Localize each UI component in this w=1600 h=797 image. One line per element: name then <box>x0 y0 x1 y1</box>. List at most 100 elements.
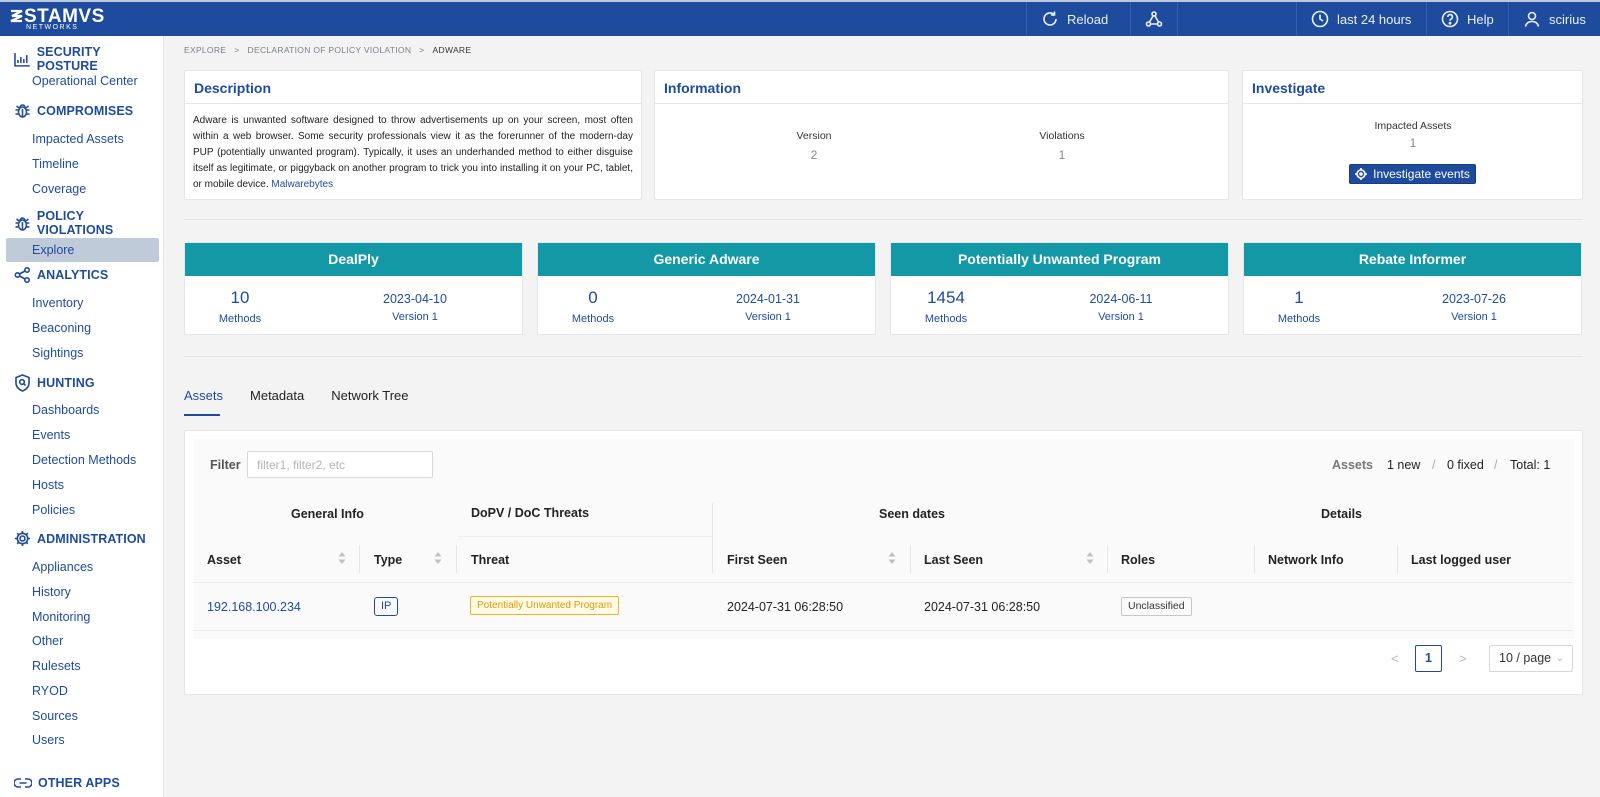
sidebar-item-ryod[interactable]: RYOD <box>32 684 68 698</box>
card-title: Generic Adware <box>538 243 875 276</box>
reload-button[interactable]: Reload <box>1026 2 1130 36</box>
timerange-selector[interactable]: last 24 hours <box>1296 2 1426 36</box>
tab-network-tree[interactable]: Network Tree <box>331 388 408 403</box>
tabs: Assets Metadata Network Tree <box>184 388 409 403</box>
threat-badge[interactable]: Potentially Unwanted Program <box>470 596 620 615</box>
sidebar-item-monitoring[interactable]: Monitoring <box>32 610 90 624</box>
group-header-general-info: General Info <box>291 507 364 521</box>
sidebar-section-analytics[interactable]: ANALYTICS <box>14 267 108 283</box>
sidebar-item-hosts[interactable]: Hosts <box>32 478 64 492</box>
column-header-last-seen[interactable]: Last Seen <box>924 553 983 567</box>
sidebar-item-impacted-assets[interactable]: Impacted Assets <box>32 132 124 146</box>
bar-chart-icon <box>14 52 30 67</box>
logo-sub: NETWORKS <box>26 24 79 31</box>
pagination-page-1[interactable]: 1 <box>1415 645 1442 672</box>
sidebar-item-operational-center[interactable]: Operational Center <box>32 74 138 88</box>
sidebar-item-beaconing[interactable]: Beaconing <box>32 321 91 335</box>
user-menu[interactable]: scirius <box>1508 2 1600 36</box>
bug-icon <box>15 104 30 118</box>
card-methods-label: Methods <box>218 313 262 325</box>
divider <box>184 356 1583 357</box>
page-size-select[interactable]: 10 / page ⌄ <box>1489 645 1573 672</box>
chevron-down-icon: ⌄ <box>1555 653 1564 664</box>
stats-fixed: 0 fixed <box>1447 458 1484 472</box>
sort-asset-icon[interactable] <box>338 551 346 565</box>
sidebar-item-policies[interactable]: Policies <box>32 503 75 517</box>
sidebar-item-coverage[interactable]: Coverage <box>32 182 86 196</box>
description-panel: Description Adware is unwanted software … <box>184 70 642 200</box>
divider <box>184 219 1583 220</box>
sort-last-seen-icon[interactable] <box>1086 551 1094 565</box>
column-header-last-logged-user: Last logged user <box>1411 553 1512 567</box>
card-date: 2024-01-31 <box>736 292 800 306</box>
gear-icon <box>15 531 30 546</box>
information-title: Information <box>655 71 1228 104</box>
description-source-link[interactable]: Malwarebytes <box>271 179 333 190</box>
sidebar-item-users[interactable]: Users <box>32 733 65 747</box>
sidebar-item-other[interactable]: Other <box>32 634 63 648</box>
breadcrumb-separator: > <box>419 45 425 55</box>
column-separator <box>359 545 360 573</box>
pagination-prev-button[interactable]: < <box>1391 651 1399 666</box>
sidebar-item-timeline[interactable]: Timeline <box>32 157 79 171</box>
sidebar-section-compromises[interactable]: COMPROMISES <box>14 102 133 119</box>
sidebar-item-appliances[interactable]: Appliances <box>32 560 93 574</box>
sidebar-section-security-posture[interactable]: SECURITY POSTURE <box>14 45 163 73</box>
sidebar-item-explore[interactable]: Explore <box>6 238 159 262</box>
sidebar-item-history[interactable]: History <box>32 585 71 599</box>
cell-first-seen: 2024-07-31 06:28:50 <box>727 600 844 614</box>
breadcrumb-explore[interactable]: EXPLORE <box>184 45 226 55</box>
sidebar-section-policy-violations[interactable]: POLICY VIOLATIONS <box>14 209 163 237</box>
sort-first-seen-icon[interactable] <box>888 551 896 565</box>
pagination-next-button[interactable]: > <box>1459 651 1467 666</box>
sidebar-item-rulesets[interactable]: Rulesets <box>32 659 81 673</box>
information-panel: Information Version 2 Violations 1 <box>654 70 1229 200</box>
sort-type-icon[interactable] <box>434 551 442 565</box>
stamus-logo[interactable]: STAMVS NETWORKS <box>10 5 104 33</box>
tab-assets[interactable]: Assets <box>184 388 223 403</box>
threat-card-rebate-informer[interactable]: Rebate Informer 1 Methods 2023-07-26 Ver… <box>1243 242 1582 335</box>
stats-total: Total: 1 <box>1510 458 1551 472</box>
tab-metadata[interactable]: Metadata <box>250 388 304 403</box>
card-date: 2023-07-26 <box>1442 292 1506 306</box>
column-separator <box>1254 545 1255 573</box>
sidebar-item-sightings[interactable]: Sightings <box>32 346 83 360</box>
network-graph-button[interactable] <box>1130 2 1178 36</box>
sidebar-item-dashboards[interactable]: Dashboards <box>32 403 99 417</box>
sidebar-item-sources[interactable]: Sources <box>32 709 78 723</box>
help-icon <box>1441 10 1459 28</box>
version-value: 2 <box>810 148 818 162</box>
sidebar-item-detection-methods[interactable]: Detection Methods <box>32 453 136 467</box>
filter-input[interactable] <box>247 451 433 478</box>
sidebar-item-events[interactable]: Events <box>32 428 70 442</box>
reload-icon <box>1043 11 1057 26</box>
investigate-events-button[interactable]: Investigate events <box>1349 164 1476 184</box>
stats-separator: / <box>1432 458 1436 472</box>
sidebar-section-hunting[interactable]: HUNTING <box>14 374 95 392</box>
threat-card-pup[interactable]: Potentially Unwanted Program 1454 Method… <box>890 242 1229 335</box>
card-methods-label: Methods <box>924 313 968 325</box>
timerange-label: last 24 hours <box>1337 11 1412 27</box>
information-version: Version 2 <box>772 130 856 162</box>
card-methods-label: Methods <box>571 313 615 325</box>
column-header-threat: Threat <box>471 553 510 567</box>
cell-last-seen: 2024-07-31 06:28:50 <box>924 600 1041 614</box>
row-bottom-border <box>193 630 1573 631</box>
card-version: Version 1 <box>1451 311 1497 323</box>
column-header-type[interactable]: Type <box>374 553 402 567</box>
threat-card-generic-adware[interactable]: Generic Adware 0 Methods 2024-01-31 Vers… <box>537 242 876 335</box>
breadcrumb-declaration[interactable]: DECLARATION OF POLICY VIOLATION <box>248 45 412 55</box>
violations-value: 1 <box>1058 148 1066 162</box>
card-title: Potentially Unwanted Program <box>891 243 1228 276</box>
sidebar-section-other-apps[interactable]: OTHER APPS <box>14 776 120 790</box>
breadcrumb: EXPLORE > DECLARATION OF POLICY VIOLATIO… <box>184 45 471 55</box>
investigate-events-label: Investigate events <box>1373 167 1470 181</box>
column-header-asset[interactable]: Asset <box>207 553 241 567</box>
column-header-first-seen[interactable]: First Seen <box>727 553 787 567</box>
threat-card-dealply[interactable]: DealPly 10 Methods 2023-04-10 Version 1 <box>184 242 523 335</box>
help-button[interactable]: Help <box>1426 2 1508 36</box>
cell-asset-link[interactable]: 192.168.100.234 <box>207 600 301 614</box>
card-version: Version 1 <box>392 311 438 323</box>
sidebar-section-administration[interactable]: ADMINISTRATION <box>14 530 146 547</box>
sidebar-item-inventory[interactable]: Inventory <box>32 296 83 310</box>
